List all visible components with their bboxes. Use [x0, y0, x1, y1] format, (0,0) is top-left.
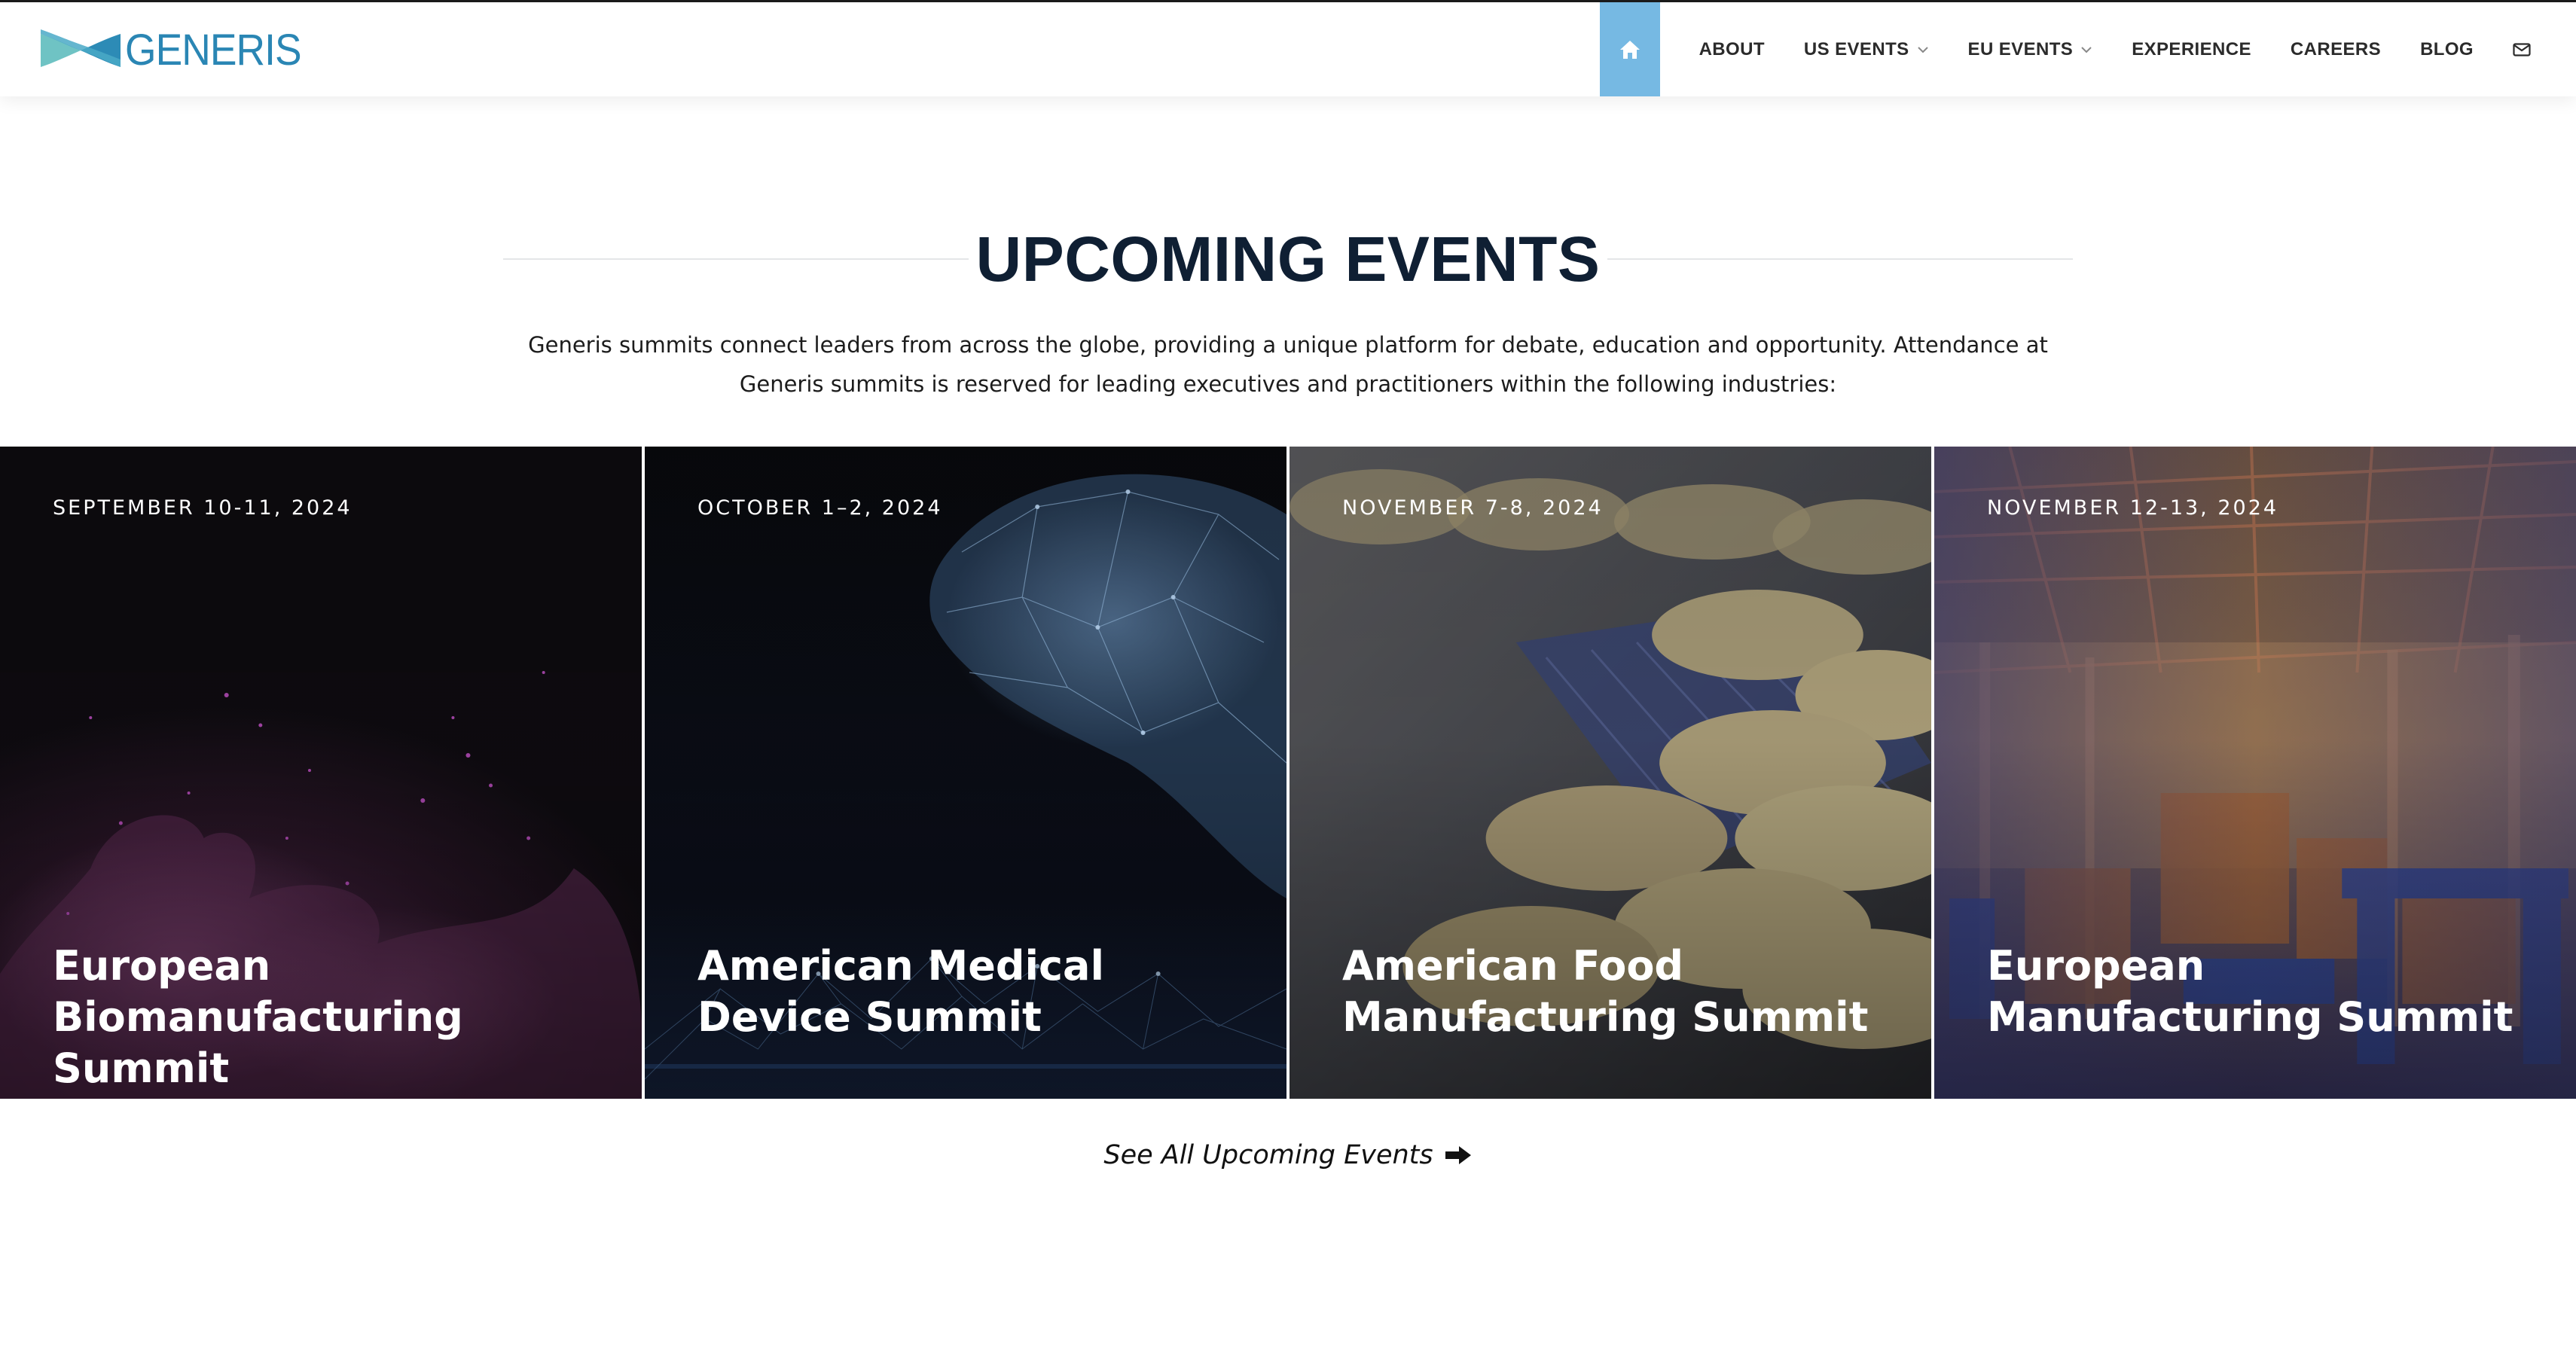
intro-text: Generis summits connect leaders from acr…	[528, 332, 2048, 397]
event-cards: SEPTEMBER 10-11, 2024 European Biomanufa…	[0, 447, 2576, 1099]
page-title: UPCOMING EVENTS	[975, 224, 1601, 294]
see-all-events-link[interactable]: See All Upcoming Events	[0, 1140, 2576, 1170]
nav-item-us-events[interactable]: US EVENTS	[1784, 2, 1949, 96]
event-title: European Biomanufacturing Summit	[53, 942, 463, 1092]
nav-item-experience[interactable]: EXPERIENCE	[2112, 2, 2271, 96]
event-title: American Food Manufacturing Summit	[1342, 942, 1869, 1041]
event-date: SEPTEMBER 10-11, 2024	[53, 496, 353, 520]
nav-mail[interactable]	[2493, 2, 2576, 96]
nav-item-about[interactable]: ABOUT	[1680, 2, 1784, 96]
home-icon	[1619, 40, 1640, 59]
nav-item-label: BLOG	[2420, 38, 2474, 59]
chevron-down-icon	[1917, 46, 1928, 53]
logo-text: GENERIS	[125, 26, 302, 75]
event-date: NOVEMBER 12-13, 2024	[1987, 496, 2279, 520]
event-card[interactable]: NOVEMBER 12-13, 2024 European Manufactur…	[1934, 447, 2576, 1099]
section-heading: UPCOMING EVENTS	[503, 220, 2073, 298]
nav-item-eu-events[interactable]: EU EVENTS	[1949, 2, 2113, 96]
nav-item-careers[interactable]: CAREERS	[2271, 2, 2401, 96]
arrow-right-icon	[1445, 1146, 1471, 1164]
event-card[interactable]: NOVEMBER 7-8, 2024 American Food Manufac…	[1290, 447, 1931, 1099]
event-date: NOVEMBER 7-8, 2024	[1342, 496, 1604, 520]
nav-item-label: EU EVENTS	[1967, 38, 2074, 59]
generis-logo[interactable]: GENERIS	[41, 28, 316, 73]
nav-item-label: US EVENTS	[1803, 38, 1909, 59]
event-title: European Manufacturing Summit	[1987, 942, 2513, 1041]
event-card[interactable]: SEPTEMBER 10-11, 2024 European Biomanufa…	[0, 447, 642, 1099]
mail-icon	[2513, 42, 2531, 56]
nav-item-label: CAREERS	[2290, 38, 2382, 59]
event-title: American Medical Device Summit	[697, 942, 1104, 1041]
site-header: GENERIS ABOUT US EVENTS EU EVENTS EXPERI…	[0, 0, 2576, 96]
main-nav: ABOUT US EVENTS EU EVENTS EXPERIENCE CAR…	[1599, 2, 2576, 96]
generis-logo-mark	[41, 29, 121, 67]
nav-item-label: EXPERIENCE	[2132, 38, 2251, 59]
page: GENERIS ABOUT US EVENTS EU EVENTS EXPERI…	[0, 0, 2576, 1345]
nav-item-label: ABOUT	[1699, 38, 1765, 59]
event-card[interactable]: OCTOBER 1–2, 2024 American Medical Devic…	[645, 447, 1286, 1099]
nav-home[interactable]	[1599, 2, 1660, 96]
see-all-label: See All Upcoming Events	[1103, 1140, 1433, 1170]
chevron-down-icon	[2081, 46, 2092, 53]
event-date: OCTOBER 1–2, 2024	[697, 496, 943, 520]
nav-item-blog[interactable]: BLOG	[2401, 2, 2493, 96]
